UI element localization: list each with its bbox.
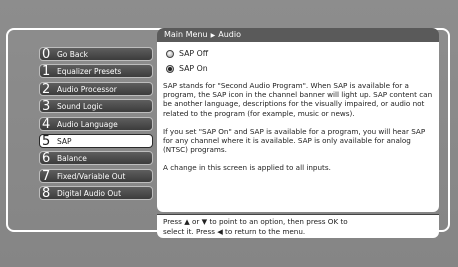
menu-item-label: Sound Logic — [57, 102, 103, 112]
menu-item-label: Audio Language — [57, 119, 118, 129]
menu-item-number: 1 — [42, 64, 51, 80]
menu-item-number: 6 — [42, 151, 51, 167]
help-line-2: select it. Press ◀ to return to the menu… — [163, 226, 306, 236]
description-paragraph-2: If you set "SAP On" and SAP is available… — [163, 126, 426, 155]
menu-item-number: 8 — [42, 186, 51, 202]
option-sap-on[interactable]: SAP On — [166, 63, 433, 75]
breadcrumb-arrow-icon: ▶ — [210, 32, 216, 39]
description-paragraph-1: SAP stands for "Second Audio Program". W… — [163, 81, 433, 118]
menu-item-label: Balance — [57, 154, 87, 164]
menu-item-label: Digital Audio Out — [57, 189, 122, 199]
menu-item-number: 0 — [42, 47, 51, 62]
help-bar: Press ▲ or ▼ to point to an option, then… — [157, 214, 439, 238]
menu-item-label: Go Back — [57, 50, 88, 59]
menu-item-digital-audio-out[interactable]: 8 Digital Audio Out — [39, 186, 153, 202]
menu-item-label: Equalizer Presets — [57, 67, 122, 77]
menu-item-sound-logic[interactable]: 3 Sound Logic — [39, 99, 153, 115]
menu-item-label: Audio Processor — [57, 84, 117, 94]
option-sap-off[interactable]: SAP Off — [166, 48, 433, 60]
menu-item-number: 4 — [42, 116, 51, 132]
menu-item-equalizer-presets[interactable]: 1 Equalizer Presets — [39, 64, 153, 80]
menu-item-audio-processor[interactable]: 2 Audio Processor — [39, 81, 153, 97]
menu-item-label: SAP — [57, 136, 72, 146]
menu-item-number: 2 — [42, 81, 51, 97]
breadcrumb-current: Audio — [218, 30, 241, 39]
breadcrumb-parent: Main Menu — [164, 30, 208, 39]
menu-item-go-back[interactable]: 0 Go Back — [39, 47, 153, 62]
menu-item-label: Fixed/Variable Out — [57, 171, 126, 181]
menu-item-sap[interactable]: 5 SAP — [39, 133, 153, 149]
breadcrumb: Main Menu ▶ Audio — [157, 28, 439, 42]
menu-item-number: 5 — [42, 133, 51, 149]
menu-item-number: 3 — [42, 99, 51, 115]
option-label: SAP Off — [179, 49, 209, 59]
description-note: A change in this screen is applied to al… — [163, 163, 331, 173]
side-menu: 0 Go Back 1 Equalizer Presets 2 Audio Pr… — [39, 47, 153, 204]
radio-button-icon[interactable] — [166, 50, 174, 58]
menu-item-balance[interactable]: 6 Balance — [39, 151, 153, 167]
menu-item-audio-language[interactable]: 4 Audio Language — [39, 116, 153, 132]
menu-item-number: 7 — [42, 168, 51, 184]
content-panel: SAP Off SAP On SAP stands for "Second Au… — [157, 42, 439, 212]
menu-item-fixed-variable-out[interactable]: 7 Fixed/Variable Out — [39, 168, 153, 184]
radio-button-selected-icon[interactable] — [166, 65, 174, 73]
help-line-1: Press ▲ or ▼ to point to an option, then… — [163, 217, 348, 226]
option-label: SAP On — [179, 64, 208, 74]
screen: Main Menu ▶ Audio 0 Go Back 1 Equalizer Pr… — [0, 0, 458, 267]
